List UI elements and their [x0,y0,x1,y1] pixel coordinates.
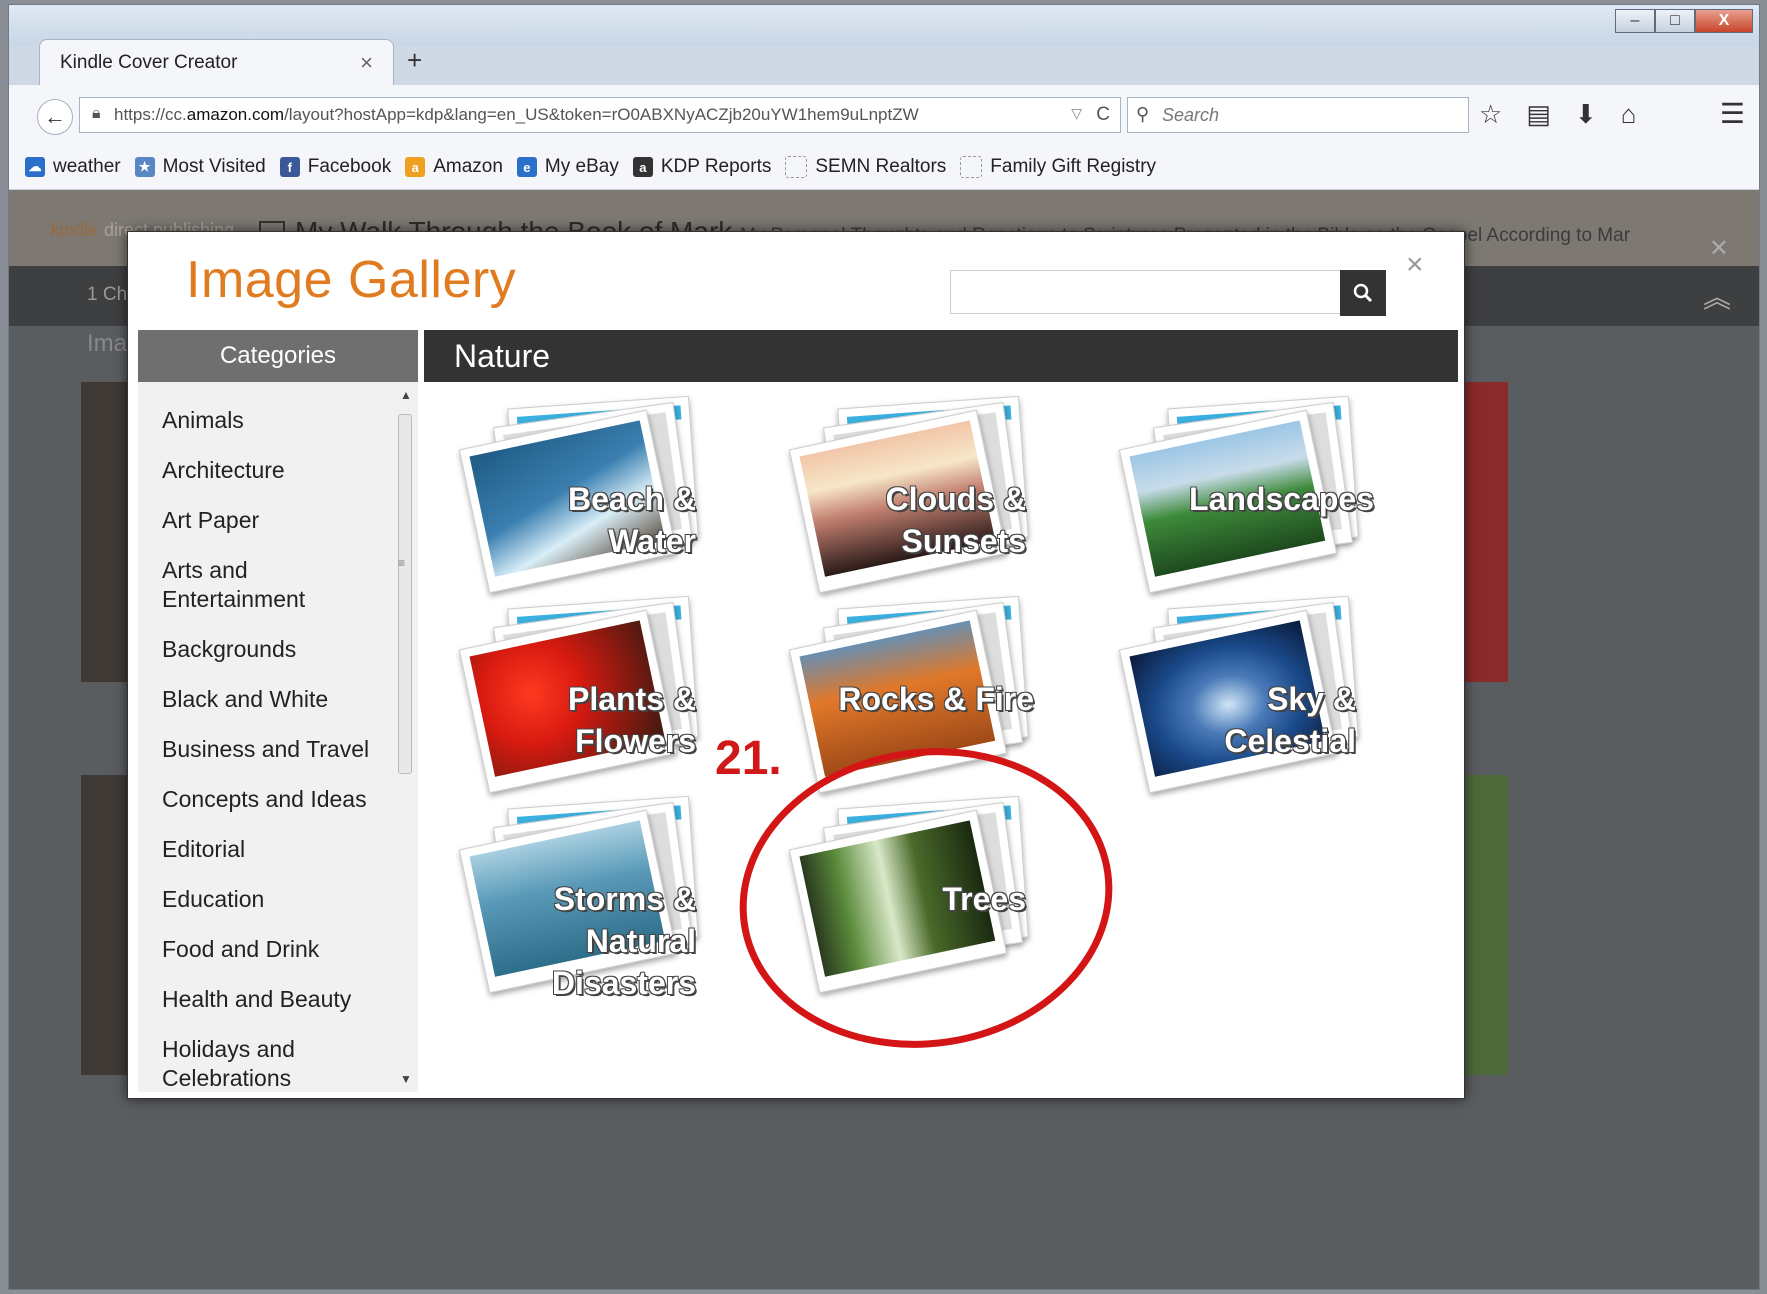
new-tab-button[interactable]: + [407,45,422,76]
bookmark-label: Amazon [433,156,503,177]
category-item-animals[interactable]: Animals [162,406,244,435]
bookmark-label: Most Visited [162,156,266,177]
category-item-food-and-drink[interactable]: Food and Drink [162,935,319,964]
gallery-search-button[interactable] [1340,270,1386,316]
bookmark-ebay[interactable]: e My eBay [516,156,619,178]
category-item-editorial[interactable]: Editorial [162,835,245,864]
category-item-concepts-and-ideas[interactable]: Concepts and Ideas [162,785,367,814]
bookmark-label: KDP Reports [660,156,772,177]
facebook-icon: f [279,157,300,177]
category-item-holidays-and-celebrations[interactable]: Holidays and Celebrations [162,1035,342,1092]
tab-title: Kindle Cover Creator [60,51,238,73]
modal-close-button[interactable]: × [1406,248,1424,282]
url-prefix: https://cc. [114,105,187,124]
minimize-button[interactable]: – [1615,9,1655,33]
section-header: Nature [424,330,1458,382]
ebay-icon: e [516,157,537,177]
bookmark-family-gift-registry[interactable]: Family Gift Registry [960,156,1156,178]
url-path: /layout?hostApp=kdp&lang=en_US&token=rO0… [284,105,919,124]
gallery-search-input[interactable] [950,270,1342,314]
most-visited-icon: ★ [134,157,155,177]
lock-icon: 🔒︎ [92,105,101,122]
search-icon: ⚲ [1136,104,1150,124]
tile-landscapes[interactable]: Landscapes [1118,395,1374,594]
url-bar[interactable]: 🔒︎ https://cc. amazon.com/layout?hostApp=… [79,97,1121,133]
weather-icon: ☁ [25,157,45,177]
bookmark-label: SEMN Realtors [815,156,947,177]
maximize-button[interactable]: □ [1655,9,1695,33]
tile-label: Clouds & Sunsets [885,481,1026,559]
categories-list: Animals Architecture Art Paper Arts and … [138,382,418,1092]
kdp-icon: a [632,157,653,177]
bookmark-label: weather [53,156,121,177]
category-item-business-and-travel[interactable]: Business and Travel [162,735,369,764]
tile-label: Plants & Flowers [567,681,696,759]
category-scrollbar[interactable]: ▲ ≡ ▼ [396,386,416,1086]
folder-icon [785,156,808,178]
tab-kindle-cover-creator[interactable]: Kindle Cover Creator × [39,39,394,85]
annotation-step-number: 21. [715,732,782,785]
tile-beach-water[interactable]: Beach & Water [458,395,704,594]
category-item-education[interactable]: Education [162,885,264,914]
tile-storms-natural-disasters[interactable]: Storms & Natural Disasters [458,795,704,1001]
tile-label: Storms & Natural Disasters [551,881,696,1001]
close-window-button[interactable]: X [1695,9,1753,33]
categories-header: Categories [138,330,418,382]
tile-clouds-sunsets[interactable]: Clouds & Sunsets [788,395,1034,594]
back-button[interactable]: ← [37,99,73,135]
images-label: Ima [87,330,128,357]
reload-icon[interactable]: C [1096,104,1110,126]
bookmark-semn-realtors[interactable]: SEMN Realtors [785,156,946,178]
modal-title: Image Gallery [186,251,517,309]
tile-label: Beach & Water [567,481,696,559]
bookmarks-bar: ☁ weather ★ Most Visited f Facebook a Amazon… [9,145,1759,190]
scroll-up-icon[interactable]: ▲ [400,388,412,402]
scroll-thumb[interactable] [398,414,412,774]
category-item-art-paper[interactable]: Art Paper [162,506,259,535]
logo-kindle: kindle [51,220,99,240]
bookmark-most-visited[interactable]: ★ Most Visited [134,156,266,178]
bookmark-weather[interactable]: ☁ weather [25,156,121,178]
toolbar-label: 1 Ch [87,284,128,305]
tile-label: Sky & Celestial [1224,681,1356,759]
bookmark-label: My eBay [544,156,619,177]
tile-label: Rocks & Fire [838,681,1034,717]
bookmark-label: Family Gift Registry [990,156,1157,177]
url-dropdown-icon[interactable]: ▽ [1071,105,1082,122]
bookmark-label: Facebook [307,156,392,177]
bookmark-amazon[interactable]: a Amazon [405,156,503,178]
url-domain: amazon.com [186,105,285,124]
collapse-icon[interactable]: ︽ [1703,276,1731,316]
tile-plants-flowers[interactable]: Plants & Flowers [458,595,704,794]
category-item-backgrounds[interactable]: Backgrounds [162,635,296,664]
bookmark-kdp-reports[interactable]: a KDP Reports [632,156,772,178]
window-controls: – □ X [1615,9,1753,33]
scroll-down-icon[interactable]: ▼ [400,1072,412,1086]
tile-label: Landscapes [1189,481,1374,517]
scroll-grip-icon: ≡ [398,556,406,570]
category-item-black-and-white[interactable]: Black and White [162,685,328,714]
tile-sky-celestial[interactable]: Sky & Celestial [1118,595,1364,794]
browser-window: – □ X Kindle Cover Creator × + ← 🔒︎ http… [8,4,1760,1290]
back-arrow-icon: ← [44,104,66,129]
nav-bar: ← 🔒︎ https://cc. amazon.com/layout?hostAp… [9,85,1759,146]
bookmark-facebook[interactable]: f Facebook [279,156,392,178]
search-placeholder: Search [1162,104,1220,125]
folder-icon [960,156,983,178]
close-icon[interactable]: ✕ [1709,234,1729,263]
amazon-icon: a [405,157,426,177]
category-item-architecture[interactable]: Architecture [162,456,285,485]
bookmark-star-icon[interactable]: ☆ [1479,99,1502,130]
toolbar-icons: ☆ ▤ ⬇ ⌂ [1479,99,1636,130]
category-item-arts-and-entertainment[interactable]: Arts and Entertainment [162,556,342,614]
download-icon[interactable]: ⬇ [1575,99,1597,130]
reading-list-icon[interactable]: ▤ [1526,99,1551,130]
category-item-health-and-beauty[interactable]: Health and Beauty [162,985,351,1014]
browser-search-input[interactable]: ⚲ Search [1127,97,1469,133]
search-icon [1353,283,1373,303]
tab-close-icon[interactable]: × [360,50,373,76]
home-icon[interactable]: ⌂ [1621,99,1637,130]
menu-icon[interactable]: ☰ [1720,97,1745,130]
